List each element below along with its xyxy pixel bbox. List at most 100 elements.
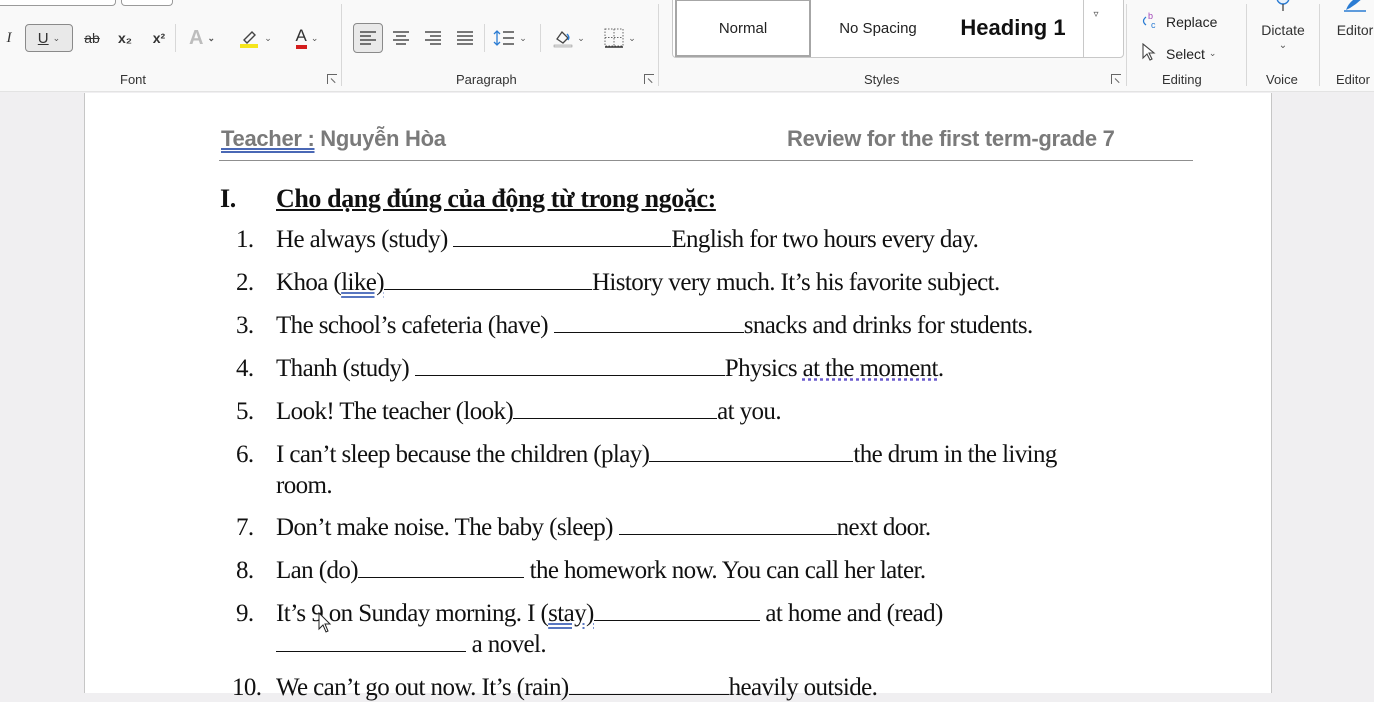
question-text: Look! The teacher (look): [276, 398, 514, 425]
font-size-dropdown[interactable]: [121, 0, 173, 6]
dictate-button[interactable]: Dictate ⌄: [1256, 0, 1310, 62]
answer-blank[interactable]: [276, 651, 466, 652]
section-heading[interactable]: I. Cho dạng đúng của động từ trong ngoặc:: [220, 184, 716, 214]
group-divider: [341, 4, 342, 86]
underline-icon: U: [37, 29, 49, 47]
question-text: Lan (do): [276, 557, 359, 584]
align-right-button[interactable]: [420, 23, 446, 53]
style-normal[interactable]: Normal: [675, 0, 811, 57]
answer-blank[interactable]: [568, 694, 729, 695]
divider: [540, 24, 541, 52]
answer-blank[interactable]: [513, 418, 718, 419]
align-center-icon: [393, 31, 409, 45]
header-review-title[interactable]: Review for the first term-grade 7: [787, 126, 1115, 152]
strikethrough-button[interactable]: ab: [80, 26, 104, 50]
header-teacher-name: Nguyễn Hòa: [314, 126, 446, 151]
chevron-down-icon: ⌄: [207, 32, 215, 43]
question-9[interactable]: 9. It’s 9 on Sunday morning. I (stay) at …: [236, 600, 943, 628]
question-7[interactable]: 7. Don’t make noise. The baby (sleep) nex…: [236, 514, 931, 542]
align-center-button[interactable]: [388, 23, 414, 53]
answer-blank[interactable]: [553, 332, 744, 333]
select-button[interactable]: Select ⌄: [1140, 42, 1217, 64]
group-label-paragraph: Paragraph: [456, 72, 517, 87]
question-9-continuation[interactable]: a novel.: [276, 631, 547, 659]
dictate-label: Dictate: [1261, 22, 1305, 38]
question-text: The school’s cafeteria (have): [276, 312, 554, 339]
paragraph-dialog-launcher[interactable]: [644, 74, 654, 84]
question-4[interactable]: 4. Thanh (study) Physics at the moment.: [236, 355, 944, 383]
chevron-down-icon: ⌄: [1208, 48, 1217, 58]
italic-button[interactable]: I: [2, 26, 16, 50]
highlight-color-button[interactable]: ⌄: [234, 24, 276, 52]
line-spacing-button[interactable]: ⌄: [489, 23, 531, 53]
question-8[interactable]: 8. Lan (do) the homework now. You can cal…: [236, 557, 926, 585]
question-text: Don’t make noise. The baby (sleep): [276, 514, 619, 541]
question-number: 4.: [236, 355, 254, 382]
answer-blank[interactable]: [383, 289, 592, 290]
group-label-font: Font: [120, 72, 147, 87]
editor-button[interactable]: Editor: [1330, 0, 1374, 44]
answer-blank[interactable]: [649, 461, 854, 462]
question-number: 9.: [236, 600, 254, 627]
question-6[interactable]: 6. I can’t sleep because the children (pl…: [236, 441, 1057, 469]
superscript-button[interactable]: x²: [148, 26, 170, 50]
answer-blank[interactable]: [593, 620, 760, 621]
align-left-button[interactable]: [353, 23, 383, 53]
question-text: Khoa (: [276, 269, 342, 296]
style-no-spacing[interactable]: No Spacing: [813, 0, 943, 57]
answer-blank[interactable]: [453, 246, 672, 247]
grammar-flag[interactable]: stay): [548, 600, 594, 627]
mouse-cursor-icon: [318, 612, 332, 633]
replace-button[interactable]: bc Replace: [1140, 11, 1217, 32]
question-text: English for two hours every day.: [671, 226, 979, 253]
style-heading-1[interactable]: Heading 1: [945, 0, 1081, 57]
group-divider: [658, 4, 659, 86]
chevron-down-icon: ⌄: [1278, 40, 1288, 51]
question-text: snacks and drinks for students.: [743, 312, 1034, 339]
styles-gallery-more-button[interactable]: ▿: [1083, 0, 1108, 57]
shading-button[interactable]: ⌄: [548, 23, 590, 53]
text-effects-icon: A: [189, 26, 204, 49]
subscript-button[interactable]: x₂: [114, 26, 136, 50]
font-name-dropdown[interactable]: New Roman: [0, 0, 116, 6]
answer-blank[interactable]: [357, 577, 524, 578]
question-text: heavily outside.: [728, 674, 878, 701]
font-dialog-launcher[interactable]: [327, 74, 337, 84]
question-10[interactable]: 10. We can’t go out now. It’s (rain) heavi…: [232, 674, 878, 702]
question-5[interactable]: 5. Look! The teacher (look) at you.: [236, 398, 782, 426]
group-label-styles: Styles: [864, 72, 900, 87]
editor-label: Editor: [1336, 22, 1374, 38]
chevron-down-icon: ⌄: [52, 32, 61, 43]
question-3[interactable]: 3. The school’s cafeteria (have) snacks a…: [236, 312, 1033, 340]
question-number: 5.: [236, 398, 254, 425]
microphone-icon: [1276, 0, 1290, 11]
group-label-editor: Editor: [1336, 72, 1370, 87]
styles-dialog-launcher[interactable]: [1111, 74, 1121, 84]
answer-blank[interactable]: [414, 375, 725, 376]
text-effects-button[interactable]: A ⌄: [182, 24, 222, 52]
question-text: We can’t go out now. It’s (rain): [276, 674, 569, 701]
question-2[interactable]: 2. Khoa (like) History very much. It’s his…: [236, 269, 1000, 297]
chevron-down-icon: ⌄: [264, 32, 272, 43]
borders-button[interactable]: ⌄: [598, 23, 642, 53]
header-rule: [219, 160, 1193, 161]
chevron-down-icon: ⌄: [628, 32, 636, 43]
divider: [175, 24, 176, 52]
justify-button[interactable]: [452, 23, 478, 53]
header-teacher[interactable]: Teacher : Nguyễn Hòa: [221, 126, 446, 152]
line-spacing-icon: [493, 30, 515, 46]
question-6-continuation[interactable]: room.: [276, 472, 333, 500]
styles-gallery: Normal No Spacing Heading 1 ▿: [672, 0, 1124, 58]
underline-button[interactable]: U ⌄: [25, 24, 73, 52]
grammar-flag[interactable]: like): [341, 269, 384, 296]
ribbon: New Roman I U ⌄ ab x₂ x² A ⌄ ⌄ A ⌄ Font: [0, 0, 1374, 92]
cursor-arrow-icon: [1140, 42, 1162, 64]
svg-text:c: c: [1151, 20, 1156, 29]
header-teacher-label: Teacher :: [221, 126, 315, 151]
question-number: 10.: [232, 674, 262, 701]
font-color-button[interactable]: A ⌄: [286, 24, 328, 52]
align-left-icon: [360, 31, 376, 45]
grammar-flag[interactable]: at the moment: [803, 355, 939, 382]
answer-blank[interactable]: [618, 534, 837, 535]
question-1[interactable]: 1. He always (study) English for two hour…: [236, 226, 979, 254]
